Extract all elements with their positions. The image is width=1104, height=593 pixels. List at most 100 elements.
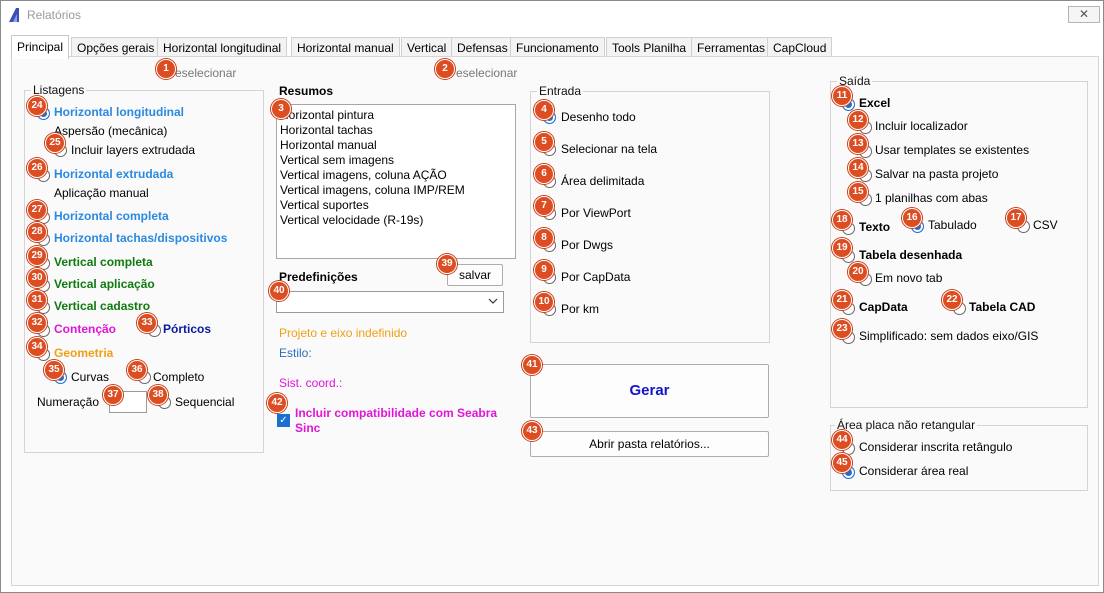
curvas-label: Curvas — [71, 370, 110, 384]
horizontal-tachas-label: Horizontal tachas/dispositivos — [54, 231, 228, 245]
abrir-pasta-button[interactable]: Abrir pasta relatórios... — [530, 431, 769, 457]
predefinicoes-select[interactable] — [276, 291, 504, 313]
annotation-badge: 24 — [27, 96, 47, 116]
annotation-badge: 1 — [156, 59, 176, 79]
reports-window: Relatórios ✕ Principal Opções gerais Hor… — [0, 0, 1104, 593]
annotation-badge: 12 — [848, 110, 868, 130]
annotation-badge: 33 — [137, 313, 157, 333]
tab-opcoes-gerais[interactable]: Opções gerais — [71, 37, 161, 58]
annotation-badge: 30 — [27, 268, 47, 288]
area-real-label: Considerar área real — [859, 464, 969, 478]
tab-principal[interactable]: Principal — [11, 35, 70, 59]
tab-vertical[interactable]: Vertical — [401, 37, 453, 58]
predefinicoes-label: Predefinições — [279, 270, 358, 284]
annotation-badge: 3 — [271, 99, 291, 119]
list-item[interactable]: Vertical sem imagens — [280, 153, 512, 168]
aspersao-label: Aspersão (mecânica) — [54, 124, 168, 138]
annotation-badge: 20 — [848, 262, 868, 282]
resumos-listbox[interactable]: Horizontal pintura Horizontal tachas Hor… — [276, 104, 516, 259]
capdata-label: CapData — [859, 300, 908, 314]
contencao-label: Contenção — [54, 322, 117, 336]
excel-label: Excel — [859, 96, 891, 110]
annotation-badge: 43 — [522, 421, 542, 441]
entrada-label-desenho-todo: Desenho todo — [561, 110, 636, 124]
list-item[interactable]: Vertical imagens, coluna AÇÃO — [280, 168, 512, 183]
list-item[interactable]: Vertical imagens, coluna IMP/REM — [280, 183, 512, 198]
annotation-badge: 40 — [269, 281, 289, 301]
vertical-cadastro-label: Vertical cadastro — [54, 299, 151, 313]
annotation-badge: 10 — [534, 292, 554, 312]
annotation-badge: 16 — [902, 208, 922, 228]
annotation-badge: 5 — [534, 132, 554, 152]
window-title: Relatórios — [27, 8, 82, 22]
deselect-link-listagens[interactable]: eselecionar — [175, 66, 236, 80]
simplificado-label: Simplificado: sem dados eixo/GIS — [859, 329, 1039, 343]
completo-label: Completo — [153, 370, 205, 384]
list-item[interactable]: Vertical suportes — [280, 198, 512, 213]
porticos-label: Pórticos — [163, 322, 212, 336]
vertical-completa-label: Vertical completa — [54, 255, 153, 269]
annotation-badge: 44 — [832, 430, 852, 450]
annotation-badge: 9 — [534, 260, 554, 280]
tab-horizontal-longitudinal[interactable]: Horizontal longitudinal — [157, 37, 288, 58]
entrada-label-dwgs: Por Dwgs — [561, 238, 614, 252]
annotation-badge: 6 — [534, 164, 554, 184]
annotation-badge: 21 — [832, 290, 852, 310]
annotation-badge: 19 — [832, 238, 852, 258]
annotation-badge: 29 — [27, 246, 47, 266]
list-item[interactable]: Horizontal manual — [280, 138, 512, 153]
numeracao-label: Numeração — [37, 395, 100, 409]
tabulado-label: Tabulado — [928, 218, 977, 232]
csv-label: CSV — [1033, 218, 1058, 232]
annotation-badge: 32 — [27, 313, 47, 333]
projeto-status: Projeto e eixo indefinido — [279, 326, 408, 340]
annotation-badge: 18 — [832, 210, 852, 230]
annotation-badge: 15 — [848, 182, 868, 202]
horizontal-completa-label: Horizontal completa — [54, 209, 169, 223]
tab-funcionamento[interactable]: Funcionamento — [510, 37, 605, 58]
annotation-badge: 41 — [522, 355, 542, 375]
close-button[interactable]: ✕ — [1068, 6, 1100, 23]
texto-label: Texto — [859, 220, 891, 234]
annotation-badge: 34 — [27, 337, 47, 357]
report-app-icon — [9, 8, 19, 22]
annotation-badge: 38 — [148, 385, 168, 405]
tab-defensas[interactable]: Defensas — [451, 37, 514, 58]
annotation-badge: 36 — [127, 360, 147, 380]
estilo-label: Estilo: — [279, 346, 312, 360]
resumos-title: Resumos — [279, 84, 334, 98]
annotation-badge: 27 — [27, 200, 47, 220]
annotation-badge: 39 — [437, 254, 457, 274]
annotation-badge: 28 — [27, 222, 47, 242]
list-item[interactable]: Vertical velocidade (R-19s) — [280, 213, 512, 228]
vertical-aplicacao-label: Vertical aplicação — [54, 277, 155, 291]
annotation-badge: 17 — [1006, 208, 1026, 228]
annotation-badge: 2 — [435, 59, 455, 79]
incluir-compat-checkbox[interactable]: ✓ — [277, 414, 290, 427]
tab-ferramentas[interactable]: Ferramentas — [691, 37, 772, 58]
tab-capcloud[interactable]: CapCloud — [767, 37, 833, 58]
incluir-layers-label: Incluir layers extrudada — [71, 143, 196, 157]
annotation-badge: 37 — [103, 385, 123, 405]
title-bar: Relatórios ✕ — [1, 1, 1103, 29]
entrada-label-selecionar: Selecionar na tela — [561, 142, 658, 156]
entrada-label-km: Por km — [561, 302, 600, 316]
horizontal-extrudada-label: Horizontal extrudada — [54, 167, 174, 181]
annotation-badge: 14 — [848, 158, 868, 178]
tab-tools-planilha[interactable]: Tools Planilha — [606, 37, 693, 58]
sist-coord-label: Sist. coord.: — [279, 376, 343, 390]
annotation-badge: 35 — [44, 360, 64, 380]
deselect-link-resumos[interactable]: eselecionar — [456, 66, 517, 80]
incluir-compat-label: Incluir compatibilidade com Seabra Sinc — [295, 406, 498, 435]
listagens-title: Listagens — [31, 83, 87, 97]
annotation-badge: 45 — [832, 453, 852, 473]
list-item[interactable]: Horizontal pintura — [280, 108, 512, 123]
list-item[interactable]: Horizontal tachas — [280, 123, 512, 138]
tab-horizontal-manual[interactable]: Horizontal manual — [291, 37, 400, 58]
entrada-label-capdata: Por CapData — [561, 270, 631, 284]
salvar-pasta-label: Salvar na pasta projeto — [875, 167, 999, 181]
chevron-down-icon — [488, 298, 498, 304]
annotation-badge: 31 — [27, 290, 47, 310]
gerar-button[interactable]: Gerar — [530, 364, 769, 418]
annotation-badge: 26 — [27, 158, 47, 178]
